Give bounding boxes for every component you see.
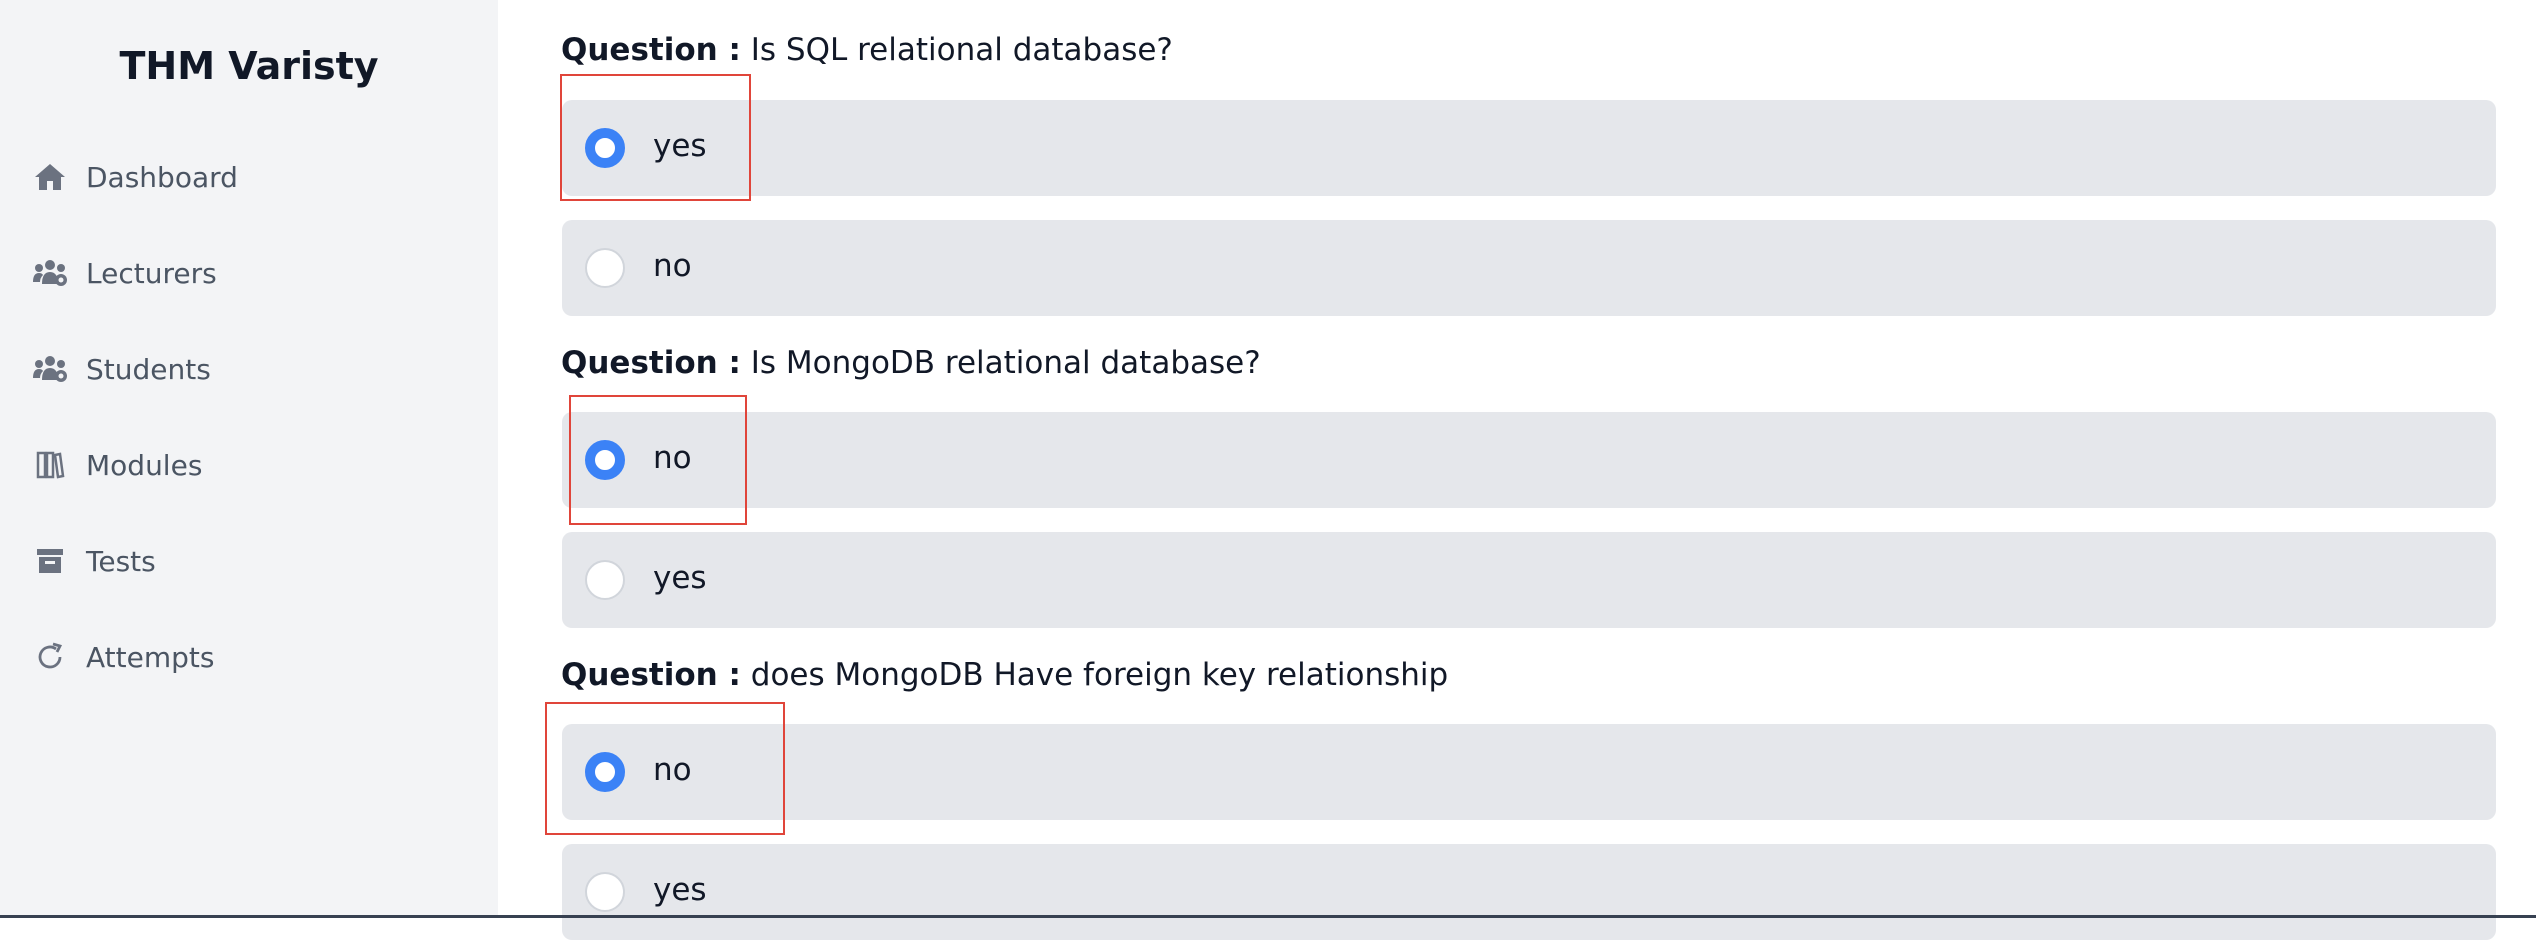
option-label: yes [653, 560, 707, 596]
radio-button[interactable] [585, 872, 625, 912]
brand-title: THM Varisty [119, 44, 379, 88]
question-3: Question : does MongoDB Have foreign key… [561, 657, 1448, 693]
refresh-icon [32, 639, 68, 675]
sidebar-item-tests[interactable]: Tests [32, 536, 156, 586]
sidebar-item-label: Students [86, 352, 211, 386]
sidebar-item-label: Modules [86, 448, 203, 482]
users-icon [32, 351, 68, 387]
highlight-box [545, 702, 785, 835]
archive-icon [32, 543, 68, 579]
sidebar-item-lecturers[interactable]: Lecturers [32, 248, 217, 298]
question-prefix: Question : [561, 657, 741, 693]
question-text: Is MongoDB relational database? [750, 345, 1261, 381]
radio-button[interactable] [585, 560, 625, 600]
question-1: Question : Is SQL relational database? [561, 32, 1173, 68]
option-q2-yes[interactable]: yes [562, 532, 2496, 628]
option-q1-yes[interactable]: yes [562, 100, 2496, 196]
sidebar-item-label: Lecturers [86, 256, 217, 290]
question-text: does MongoDB Have foreign key relationsh… [750, 657, 1449, 693]
test-questions: Question : Is SQL relational database? y… [498, 0, 2536, 940]
highlight-box [569, 395, 747, 525]
option-q3-yes[interactable]: yes [562, 844, 2496, 940]
question-2: Question : Is MongoDB relational databas… [561, 345, 1261, 381]
sidebar-item-label: Attempts [86, 640, 215, 674]
sidebar-item-label: Tests [86, 544, 156, 578]
question-prefix: Question : [561, 345, 741, 381]
question-prefix: Question : [561, 32, 741, 68]
option-q2-no[interactable]: no [562, 412, 2496, 508]
sidebar-item-modules[interactable]: Modules [32, 440, 202, 490]
option-q1-no[interactable]: no [562, 220, 2496, 316]
users-icon [32, 255, 68, 291]
home-icon [32, 159, 68, 195]
sidebar-item-label: Dashboard [86, 160, 238, 194]
option-label: yes [653, 872, 707, 908]
sidebar-item-students[interactable]: Students [32, 344, 211, 394]
sidebar-item-dashboard[interactable]: Dashboard [32, 152, 238, 202]
sidebar: THM Varisty Dashboard Lecturers Students… [0, 0, 498, 918]
radio-button[interactable] [585, 248, 625, 288]
sidebar-item-attempts[interactable]: Attempts [32, 632, 214, 682]
option-q3-no[interactable]: no [562, 724, 2496, 820]
option-label: no [653, 248, 692, 284]
books-icon [32, 447, 68, 483]
highlight-box [560, 74, 751, 201]
question-text: Is SQL relational database? [750, 32, 1173, 68]
